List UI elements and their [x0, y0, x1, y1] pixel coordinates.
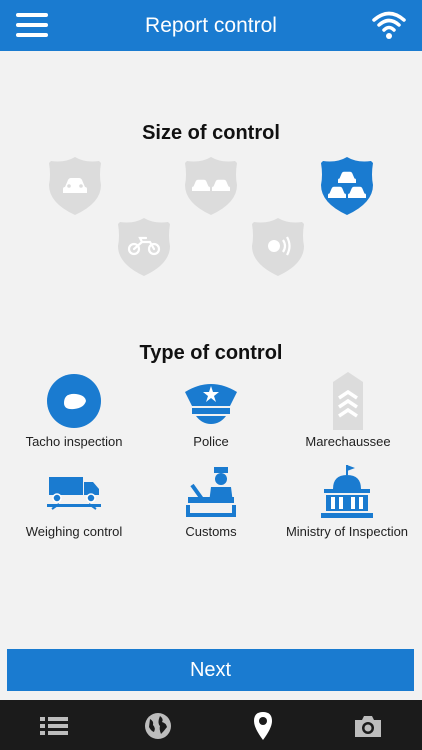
type-of-control-heading: Type of control	[139, 342, 283, 364]
rank-insignia-icon	[333, 372, 363, 430]
marechaussee-label: Marechaussee	[305, 434, 391, 449]
size-of-control-heading: Size of control	[142, 122, 280, 144]
size-option-three-cars[interactable]	[319, 155, 375, 217]
wifi-icon	[372, 11, 406, 39]
next-button[interactable]: Next	[7, 649, 414, 691]
type-customs[interactable]: Customs	[141, 462, 281, 539]
type-ministry-of-inspection[interactable]: Ministry of Inspection	[277, 462, 417, 539]
type-weighing-control[interactable]: Weighing control	[4, 462, 144, 539]
type-police[interactable]: Police	[141, 372, 281, 449]
camera-icon[interactable]	[352, 710, 384, 742]
type-marechaussee[interactable]: Marechaussee	[278, 372, 418, 449]
header-bar: Report control	[0, 0, 422, 51]
government-building-icon	[321, 465, 373, 518]
globe-icon[interactable]	[142, 710, 174, 742]
tachograph-icon	[47, 374, 101, 428]
customs-label: Customs	[185, 524, 237, 539]
type-tacho-inspection[interactable]: Tacho inspection	[4, 372, 144, 449]
size-option-single-car[interactable]	[47, 155, 103, 217]
customs-officer-icon	[186, 467, 236, 517]
weighing-control-label: Weighing control	[25, 524, 123, 539]
location-pin-icon[interactable]	[247, 710, 279, 742]
size-option-motorcycle[interactable]	[116, 216, 172, 278]
size-option-speed-camera[interactable]	[250, 216, 306, 278]
police-cap-icon	[185, 384, 237, 424]
ministry-of-inspection-label: Ministry of Inspection	[285, 524, 409, 539]
bottom-nav-bar	[0, 700, 422, 750]
size-option-two-cars[interactable]	[183, 155, 239, 217]
tacho-inspection-label: Tacho inspection	[25, 434, 123, 449]
list-icon[interactable]	[38, 710, 70, 742]
police-label: Police	[193, 434, 229, 449]
truck-scale-icon	[47, 477, 101, 510]
page-title: Report control	[145, 14, 277, 37]
